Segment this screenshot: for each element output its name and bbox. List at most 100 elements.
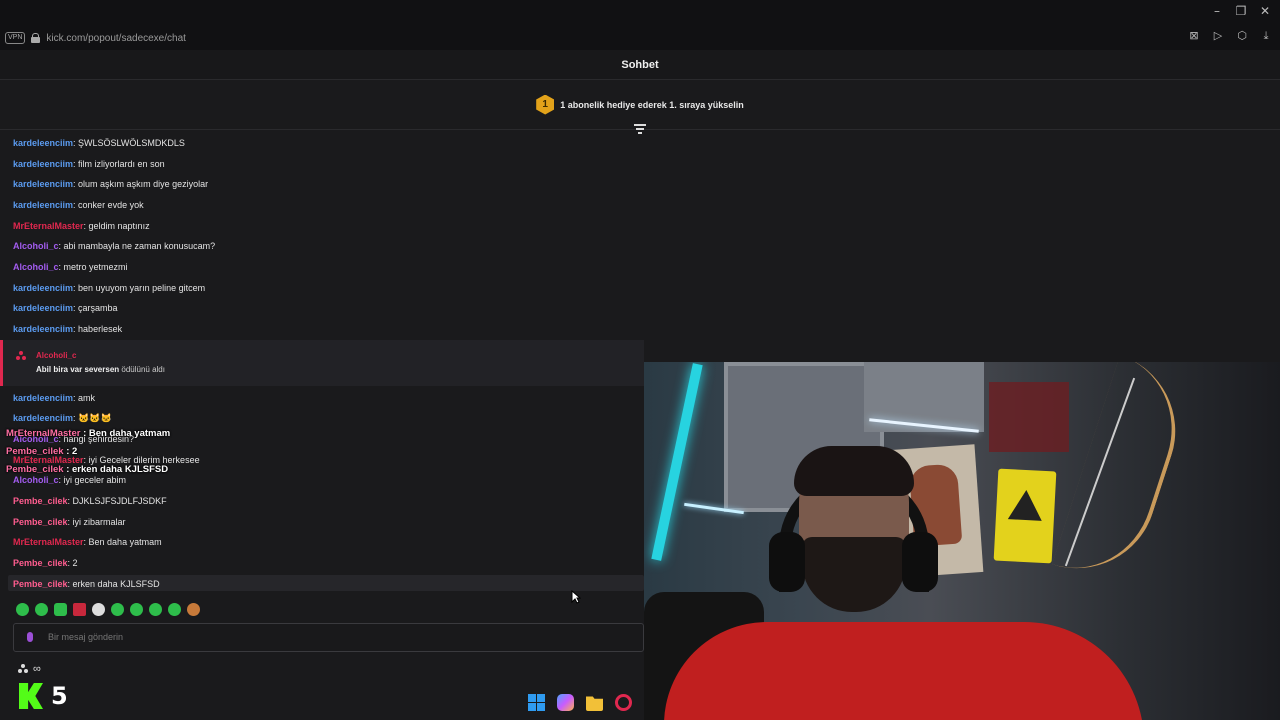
chat-username[interactable]: kardeleenciim [13,393,73,403]
reward-title: Abil bira var seversen [36,365,120,374]
chat-message-text: : ŞWLSÖSLWÖLSMDKDLS [73,138,185,148]
emote-4[interactable] [73,603,86,616]
chat-username[interactable]: kardeleenciim [13,179,73,189]
overlay-number: 5 [51,682,68,710]
reward-text: Abil bira var seversen ödülünü aldı [36,365,165,374]
headset-left-cup [769,532,805,592]
emote-10[interactable] [187,603,200,616]
emote-7[interactable] [130,603,143,616]
chat-message-text: : 2 [67,558,78,568]
chat-message-text: : Ben daha yatmam [83,537,162,547]
chat-username[interactable]: Pembe_cilek [13,517,68,527]
window-controls: – ❐ ✕ [1210,4,1272,18]
overlay-username: Pembe_cilek [6,464,64,475]
windows-start-icon[interactable] [528,694,545,711]
address-bar[interactable]: VPN kick.com/popout/sadecexe/chat [0,28,1280,48]
chat-message-text: : iyi zibarmalar [67,517,126,527]
overlay-chat-line: Pembe_cilek : erken daha KJLSFSD [6,464,168,475]
webcam-warning-sign [993,468,1057,564]
extensions-icon[interactable]: ⬡ [1236,30,1248,42]
minimize-icon[interactable]: – [1210,4,1224,18]
download-icon[interactable]: ⤓ [1260,30,1272,42]
chat-message-text: : conker evde yok [73,200,144,210]
reward-icon [16,351,26,361]
message-input[interactable] [48,632,608,642]
microphone-icon[interactable] [27,632,33,642]
chat-username[interactable]: kardeleenciim [13,159,73,169]
chat-username[interactable]: kardeleenciim [13,324,73,334]
filter-icon[interactable] [634,124,646,134]
chat-username[interactable]: kardeleenciim [13,200,73,210]
chat-message[interactable]: Alcoholi_c: abi mambayla ne zaman konusu… [13,240,215,252]
chat-message[interactable]: kardeleenciim: olum aşkım aşkım diye gez… [13,178,208,190]
chat-message[interactable]: MrEternalMaster: Ben daha yatmam [13,536,162,548]
file-explorer-icon[interactable] [586,696,603,711]
chat-message[interactable]: kardeleenciim: çarşamba [13,302,118,314]
chat-message-text: : erken daha KJLSFSD [67,579,160,589]
chat-username[interactable]: kardeleenciim [13,138,73,148]
overlay-chat-line: Pembe_cilek : 2 [6,446,77,457]
chat-message-text: : abi mambayla ne zaman konusucam? [58,241,216,251]
emote-bar [16,603,200,616]
url-text[interactable]: kick.com/popout/sadecexe/chat [46,33,186,44]
chat-username[interactable]: Alcoholi_c [13,262,59,272]
chat-message[interactable]: Pembe_cilek: DJKLSJFSJDLFJSDKF [13,495,167,507]
overlay-chat-line: MrEternalMaster : Ben daha yatmam [6,428,170,439]
chat-message[interactable]: Pembe_cilek: iyi zibarmalar [13,516,126,528]
chat-username[interactable]: Alcoholi_c [13,475,59,485]
chat-message[interactable]: Alcoholi_c: iyi geceler abim [13,474,126,486]
chat-username[interactable]: kardeleenciim [13,303,73,313]
streamer [764,446,938,652]
chat-message[interactable]: kardeleenciim: 🐱🐱🐱 [13,412,112,424]
chat-username[interactable]: MrEternalMaster [13,221,84,231]
emote-6[interactable] [111,603,124,616]
emote-9[interactable] [168,603,181,616]
chat-message[interactable]: Alcoholi_c: metro yetmezmi [13,261,128,273]
chat-message[interactable]: kardeleenciim: amk [13,392,95,404]
chat-username[interactable]: kardeleenciim [13,283,73,293]
restore-icon[interactable]: ❐ [1234,4,1248,18]
emote-2[interactable] [35,603,48,616]
vpn-badge[interactable]: VPN [5,32,26,44]
sub-count: ∞ [33,663,41,675]
copilot-icon[interactable] [557,694,574,711]
overlay-username: Pembe_cilek [6,446,64,457]
chat-message[interactable]: kardeleenciim: ŞWLSÖSLWÖLSMDKDLS [13,137,185,149]
chat-message-text: : film izliyorlardı en son [73,159,165,169]
emote-5[interactable] [92,603,105,616]
chat-message[interactable]: kardeleenciim: film izliyorlardı en son [13,158,165,170]
chat-message-box[interactable] [13,623,644,652]
reward-username[interactable]: Alcoholi_c [36,351,76,360]
promo-text: 1 abonelik hediye ederek 1. sıraya yükse… [560,99,744,110]
taskbar [528,694,632,711]
browser-toolbar: – ❐ ✕ VPN kick.com/popout/sadecexe/chat … [0,0,1280,50]
chat-message[interactable]: Pembe_cilek: 2 [13,557,78,569]
chat-message-text: : haberlesek [73,324,123,334]
emote-1[interactable] [16,603,29,616]
opera-browser-icon[interactable] [615,694,632,711]
chat-username[interactable]: Pembe_cilek [13,558,68,568]
chat-username[interactable]: Pembe_cilek [13,579,68,589]
lock-icon[interactable] [31,33,41,43]
chat-message[interactable]: MrEternalMaster: geldim naptınız [13,220,150,232]
chat-message-text: : geldim naptınız [83,221,150,231]
chat-username[interactable]: MrEternalMaster [13,537,84,547]
emote-8[interactable] [149,603,162,616]
users-icon[interactable] [18,664,28,674]
emote-3[interactable] [54,603,67,616]
chat-message[interactable]: kardeleenciim: haberlesek [13,323,122,335]
chat-message[interactable]: Pembe_cilek: erken daha KJLSFSD [13,578,160,590]
play-icon[interactable]: ▷ [1212,30,1224,42]
gift-sub-promo[interactable]: 1 1 abonelik hediye ederek 1. sıraya yük… [0,80,1280,130]
toolbar-icons: ⊠ ▷ ⬡ ⤓ [1188,30,1272,42]
headset-right-cup [902,532,938,592]
chat-username[interactable]: Alcoholi_c [13,241,59,251]
shield-icon[interactable]: ⊠ [1188,30,1200,42]
chat-message[interactable]: kardeleenciim: ben uyuyom yarın peline g… [13,282,205,294]
chat-username[interactable]: Pembe_cilek [13,496,68,506]
overlay-username: MrEternalMaster [6,428,81,439]
overlay-text: : erken daha KJLSFSD [63,464,169,475]
close-icon[interactable]: ✕ [1258,4,1272,18]
chat-username[interactable]: kardeleenciim [13,413,73,423]
chat-message[interactable]: kardeleenciim: conker evde yok [13,199,144,211]
